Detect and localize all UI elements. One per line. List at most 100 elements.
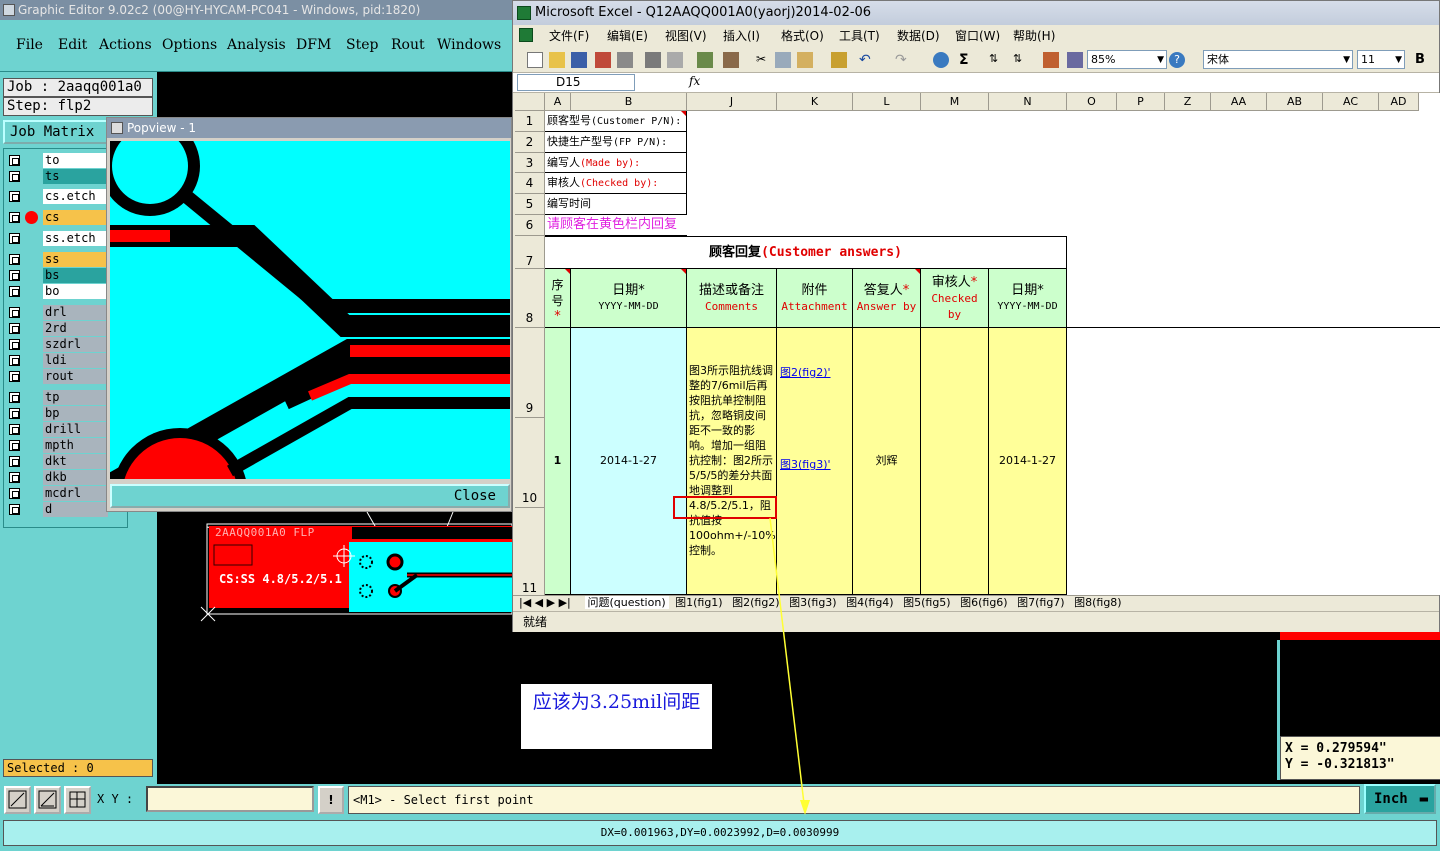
exclaim-button[interactable]: !	[318, 786, 344, 814]
spelling-icon[interactable]	[697, 52, 713, 68]
xl-menu-tools[interactable]: 工具(T)	[839, 25, 880, 47]
xl-menu-data[interactable]: 数据(D)	[897, 25, 940, 47]
layer-name[interactable]: cs	[43, 210, 108, 225]
help-icon[interactable]: ?	[1169, 52, 1185, 68]
xl-menu-file[interactable]: 文件(F)	[549, 25, 589, 47]
xy-input[interactable]	[146, 786, 314, 812]
cell-reply-notice[interactable]: 请顾客在黄色栏内回复	[545, 215, 687, 236]
layer-name[interactable]: 2rd	[43, 321, 108, 336]
layer-row-mpth[interactable]: mpth	[7, 438, 108, 453]
xl-menu-window[interactable]: 窗口(W)	[955, 25, 1000, 47]
xl-menu-format[interactable]: 格式(O)	[781, 25, 824, 47]
tab-fig5[interactable]: 图5(fig5)	[900, 596, 954, 609]
permission-icon[interactable]	[595, 52, 611, 68]
layer-name[interactable]: bs	[43, 268, 108, 283]
layer-row-drill[interactable]: drill	[7, 422, 108, 437]
tab-fig4[interactable]: 图4(fig4)	[843, 596, 897, 609]
col-header-m[interactable]: M	[921, 93, 989, 111]
layer-name[interactable]: to	[43, 153, 108, 168]
layer-row-d[interactable]: d	[7, 502, 108, 517]
layer-row-bs[interactable]: bs	[7, 268, 108, 283]
xl-menu-edit[interactable]: 编辑(E)	[607, 25, 648, 47]
row-header[interactable]: 5	[515, 194, 545, 215]
layer-checkbox[interactable]	[9, 408, 20, 419]
layer-row-dkt[interactable]: dkt	[7, 454, 108, 469]
popview-zoom-view[interactable]	[110, 141, 510, 479]
attachment-link-fig3[interactable]: 图3(fig3)'	[780, 456, 850, 472]
xl-menu-help[interactable]: 帮助(H)	[1013, 25, 1055, 47]
menu-dfm[interactable]: DFM	[296, 37, 331, 53]
zoom-fit-icon[interactable]	[4, 786, 31, 814]
cell-seq[interactable]: 1	[545, 328, 571, 595]
layer-name[interactable]: rout	[43, 369, 108, 384]
popview-close-button[interactable]: Close	[110, 484, 510, 508]
cell-comments[interactable]: 图3所示阻抗线调整的7/6mil后再按阻抗单控制阻抗，忽略铜皮间距不一致的影响。…	[687, 328, 777, 595]
autosum-icon[interactable]: Σ	[959, 52, 975, 68]
tab-nav-arrows[interactable]: |◀ ◀ ▶ ▶|	[513, 596, 581, 610]
undo-icon[interactable]: ↶	[859, 52, 875, 68]
row-header[interactable]: 8	[515, 269, 545, 328]
layer-checkbox[interactable]	[9, 307, 20, 318]
layer-checkbox[interactable]	[9, 155, 20, 166]
attachment-link-fig2[interactable]: 图2(fig2)'	[780, 364, 850, 380]
layer-row-ldi[interactable]: ldi	[7, 353, 108, 368]
layer-row-bo[interactable]: bo	[7, 284, 108, 299]
print-preview-icon[interactable]	[667, 52, 683, 68]
save-icon[interactable]	[571, 52, 587, 68]
col-header-k[interactable]: K	[777, 93, 853, 111]
layer-row-rout[interactable]: rout	[7, 369, 108, 384]
col-header-o[interactable]: O	[1067, 93, 1117, 111]
layer-name[interactable]: dkb	[43, 470, 108, 485]
unit-selector[interactable]: Inch ▬	[1364, 784, 1436, 814]
tab-fig2[interactable]: 图2(fig2)	[729, 596, 783, 609]
tab-fig8[interactable]: 图8(fig8)	[1071, 596, 1125, 609]
layer-row-szdrl[interactable]: szdrl	[7, 337, 108, 352]
menu-edit[interactable]: Edit	[58, 37, 87, 53]
layer-checkbox[interactable]	[9, 286, 20, 297]
font-name-select[interactable]: 宋体 ▼	[1203, 50, 1353, 69]
col-header-z[interactable]: Z	[1165, 93, 1211, 111]
layer-name[interactable]: mpth	[43, 438, 108, 453]
layer-name[interactable]: drl	[43, 305, 108, 320]
layer-name[interactable]: mcdrl	[43, 486, 108, 501]
layer-checkbox[interactable]	[9, 355, 20, 366]
layer-checkbox[interactable]	[9, 191, 20, 202]
layer-checkbox[interactable]	[9, 254, 20, 265]
col-header-ad[interactable]: AD	[1379, 93, 1419, 111]
cell-checked-by-value[interactable]	[921, 328, 989, 595]
col-header-b[interactable]: B	[571, 93, 687, 111]
layer-row-dkb[interactable]: dkb	[7, 470, 108, 485]
layer-checkbox[interactable]	[9, 392, 20, 403]
tab-fig3[interactable]: 图3(fig3)	[786, 596, 840, 609]
row-header[interactable]: 3	[515, 153, 545, 173]
new-icon[interactable]	[527, 52, 543, 68]
cell-checked-by[interactable]: 审核人(Checked by):	[545, 173, 687, 194]
menu-file[interactable]: File	[16, 37, 43, 53]
layer-checkbox[interactable]	[9, 171, 20, 182]
spreadsheet-grid[interactable]: A B J K L M N O P Z AA AB AC AD 1 2 3 4 …	[515, 93, 1440, 595]
cell-date[interactable]: 2014-1-27	[571, 328, 687, 595]
row-header[interactable]: 9	[515, 328, 545, 418]
row-header[interactable]: 11	[515, 508, 545, 595]
menu-windows[interactable]: Windows	[437, 37, 501, 53]
layer-checkbox[interactable]	[9, 233, 20, 244]
cell-fp-pn[interactable]: 快捷生产型号(FP P/N):	[545, 132, 687, 153]
layer-checkbox[interactable]	[9, 270, 20, 281]
layer-checkbox[interactable]	[9, 440, 20, 451]
email-icon[interactable]	[617, 52, 633, 68]
cell-date2[interactable]: 2014-1-27	[989, 328, 1067, 595]
layer-name[interactable]: tp	[43, 390, 108, 405]
layer-checkbox[interactable]	[9, 488, 20, 499]
sort-asc-icon[interactable]: ⇅	[989, 52, 1005, 68]
cell-customer-pn[interactable]: 顾客型号(Customer P/N):	[545, 111, 687, 132]
copy-icon[interactable]	[775, 52, 791, 68]
layer-row-tp[interactable]: tp	[7, 390, 108, 405]
col-header-ac[interactable]: AC	[1323, 93, 1379, 111]
grid-icon[interactable]	[64, 786, 91, 814]
row-header[interactable]: 10	[515, 418, 545, 508]
layer-name[interactable]: szdrl	[43, 337, 108, 352]
tab-fig7[interactable]: 图7(fig7)	[1014, 596, 1068, 609]
tab-question[interactable]: 问题(question)	[584, 596, 669, 609]
cell-written-time[interactable]: 编写时间	[545, 194, 687, 215]
col-header-a[interactable]: A	[545, 93, 571, 111]
